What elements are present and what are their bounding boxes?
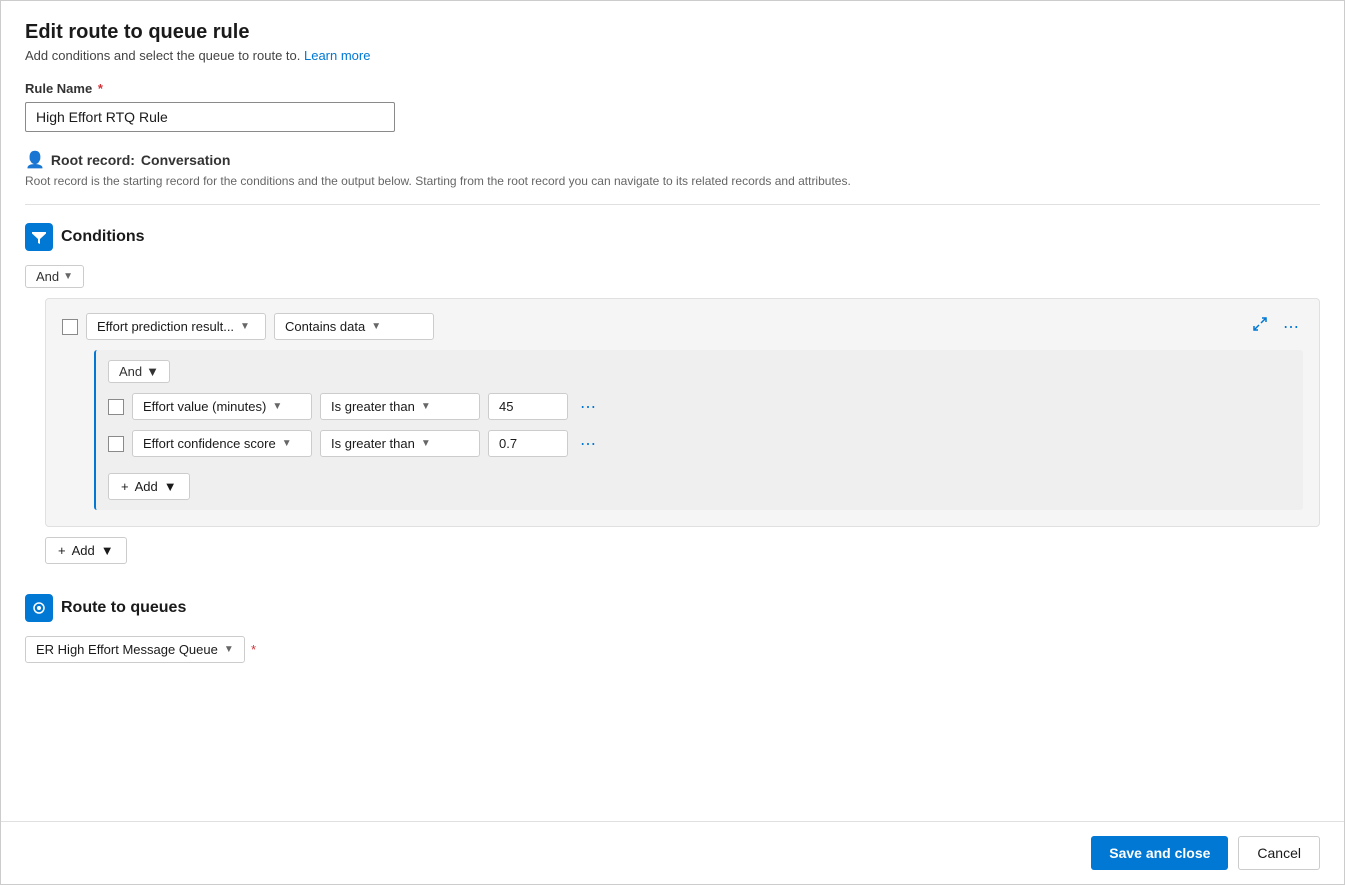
route-header: Route to queues [25, 594, 1320, 622]
queue-required-indicator: * [251, 642, 256, 657]
outer-field-dropdown[interactable]: Effort prediction result... ▼ [86, 313, 266, 340]
expand-icon [1253, 317, 1267, 331]
chevron-down-icon: ▼ [101, 543, 114, 558]
route-icon [25, 594, 53, 622]
inner-more-button-0[interactable]: ⋯ [576, 395, 600, 419]
outer-more-button[interactable]: ⋯ [1279, 315, 1303, 339]
conditions-icon [25, 223, 53, 251]
route-icon-svg [31, 600, 47, 616]
chevron-down-icon: ▼ [421, 401, 431, 412]
route-section: Route to queues ER High Effort Message Q… [25, 594, 1320, 663]
inner-condition-row-0: Effort value (minutes) ▼ Is greater than… [108, 393, 1291, 420]
queue-row: ER High Effort Message Queue ▼ * [25, 636, 1320, 663]
chevron-down-icon: ▼ [282, 438, 292, 449]
outer-condition-row: Effort prediction result... ▼ Contains d… [62, 313, 1303, 340]
inner-condition-block: And ▼ Effort value (minutes) ▼ Is greate… [94, 350, 1303, 510]
chevron-down-icon: ▼ [421, 438, 431, 449]
filter-icon [31, 229, 47, 245]
chevron-down-icon: ▼ [63, 271, 73, 282]
inner-operator-dropdown-0[interactable]: Is greater than ▼ [320, 393, 480, 420]
root-record-section: 👤 Root record: Conversation Root record … [25, 150, 1320, 205]
root-record-desc: Root record is the starting record for t… [25, 174, 1320, 188]
and-label-inner: And [119, 364, 142, 379]
and-badge-inner[interactable]: And ▼ [108, 360, 170, 383]
outer-operator-dropdown[interactable]: Contains data ▼ [274, 313, 434, 340]
subtitle-text: Add conditions and select the queue to r… [25, 48, 304, 63]
page-wrapper: Edit route to queue rule Add conditions … [0, 0, 1345, 885]
rule-name-label: Rule Name * [25, 81, 1320, 96]
outer-checkbox[interactable] [62, 319, 78, 335]
root-record-title: 👤 Root record: Conversation [25, 150, 1320, 170]
root-record-label: Root record: [51, 152, 135, 168]
chevron-down-icon: ▼ [164, 479, 177, 494]
add-label: Add [135, 479, 158, 494]
chevron-down-icon: ▼ [240, 321, 250, 332]
required-indicator: * [94, 81, 103, 96]
and-label: And [36, 269, 59, 284]
inner-condition-row-1: Effort confidence score ▼ Is greater tha… [108, 430, 1291, 457]
inner-value-input-1[interactable] [488, 430, 568, 457]
conditions-title: Conditions [61, 228, 145, 246]
conditions-header: Conditions [25, 223, 1320, 251]
chevron-down-icon: ▼ [146, 364, 159, 379]
chevron-down-icon: ▼ [224, 644, 234, 655]
conditions-section: Conditions And ▼ Effort prediction resul… [25, 223, 1320, 564]
save-and-close-button[interactable]: Save and close [1091, 836, 1228, 870]
inner-operator-dropdown-1[interactable]: Is greater than ▼ [320, 430, 480, 457]
inner-checkbox-0[interactable] [108, 399, 124, 415]
footer-bar: Save and close Cancel [1, 821, 1344, 884]
inner-add-button[interactable]: + Add ▼ [108, 473, 190, 500]
inner-more-button-1[interactable]: ⋯ [576, 432, 600, 456]
rule-name-input[interactable] [25, 102, 395, 132]
plus-icon: + [58, 543, 66, 558]
rule-name-section: Rule Name * [25, 81, 1320, 132]
route-title: Route to queues [61, 599, 186, 617]
outer-condition-block: Effort prediction result... ▼ Contains d… [45, 298, 1320, 527]
and-badge-outer[interactable]: And ▼ [25, 265, 84, 288]
outer-row-actions: ⋯ [1249, 315, 1303, 339]
expand-button[interactable] [1249, 315, 1271, 338]
person-icon: 👤 [25, 150, 45, 170]
plus-icon: + [121, 479, 129, 494]
add-label: Add [72, 543, 95, 558]
inner-checkbox-1[interactable] [108, 436, 124, 452]
inner-value-input-0[interactable] [488, 393, 568, 420]
chevron-down-icon: ▼ [272, 401, 282, 412]
cancel-button[interactable]: Cancel [1238, 836, 1320, 870]
queue-dropdown[interactable]: ER High Effort Message Queue ▼ [25, 636, 245, 663]
outer-add-button[interactable]: + Add ▼ [45, 537, 127, 564]
learn-more-link[interactable]: Learn more [304, 48, 370, 63]
inner-field-dropdown-0[interactable]: Effort value (minutes) ▼ [132, 393, 312, 420]
inner-field-dropdown-1[interactable]: Effort confidence score ▼ [132, 430, 312, 457]
chevron-down-icon: ▼ [371, 321, 381, 332]
root-record-value: Conversation [141, 152, 230, 168]
page-title: Edit route to queue rule [25, 21, 1320, 44]
page-subtitle: Add conditions and select the queue to r… [25, 48, 1320, 63]
